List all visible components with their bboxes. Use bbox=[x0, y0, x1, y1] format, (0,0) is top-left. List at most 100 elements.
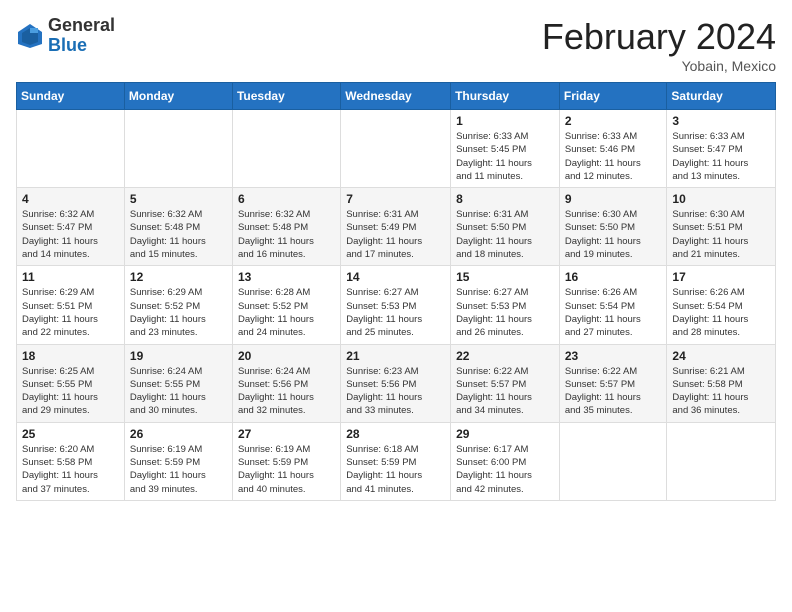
calendar-cell: 21Sunrise: 6:23 AM Sunset: 5:56 PM Dayli… bbox=[341, 344, 451, 422]
calendar-week-row: 4 Sunrise: 6:32 AM Sunset: 5:47 PM Daylig… bbox=[17, 188, 776, 266]
day-number: 22 bbox=[456, 349, 554, 363]
calendar-cell: 22 Sunrise: 6:22 AM Sunset: 5:57 PM Dayli… bbox=[451, 344, 560, 422]
calendar-cell bbox=[559, 422, 667, 500]
calendar-cell: 26 Sunrise: 6:19 AM Sunset: 5:59 PM Dayli… bbox=[124, 422, 232, 500]
day-info: Sunrise: 6:21 AM Sunset: 5:58 PM Dayligh… bbox=[672, 365, 770, 418]
day-number: 12 bbox=[130, 270, 227, 284]
day-info: Sunrise: 6:19 AM Sunset: 5:59 PM Dayligh… bbox=[130, 443, 227, 496]
logo-icon bbox=[16, 22, 44, 50]
calendar-cell bbox=[232, 110, 340, 188]
day-info: Sunrise: 6:31 AM Sunset: 5:49 PM Dayligh… bbox=[346, 208, 445, 261]
day-info: Sunrise: 6:17 AM Sunset: 6:00 PM Dayligh… bbox=[456, 443, 554, 496]
day-number: 18 bbox=[22, 349, 119, 363]
logo-blue: Blue bbox=[48, 36, 115, 56]
logo: General Blue bbox=[16, 16, 115, 56]
day-number: 24 bbox=[672, 349, 770, 363]
day-info: Sunrise: 6:27 AM Sunset: 5:53 PM Dayligh… bbox=[456, 286, 554, 339]
calendar-cell bbox=[17, 110, 125, 188]
calendar-cell: 11Sunrise: 6:29 AM Sunset: 5:51 PM Dayli… bbox=[17, 266, 125, 344]
calendar-cell: 10 Sunrise: 6:30 AM Sunset: 5:51 PM Dayli… bbox=[667, 188, 776, 266]
calendar-cell bbox=[667, 422, 776, 500]
day-number: 20 bbox=[238, 349, 335, 363]
day-number: 10 bbox=[672, 192, 770, 206]
day-number: 28 bbox=[346, 427, 445, 441]
calendar-cell: 6 Sunrise: 6:32 AM Sunset: 5:48 PM Daylig… bbox=[232, 188, 340, 266]
day-info: Sunrise: 6:32 AM Sunset: 5:47 PM Dayligh… bbox=[22, 208, 119, 261]
day-number: 14 bbox=[346, 270, 445, 284]
title-block: February 2024 Yobain, Mexico bbox=[542, 16, 776, 74]
day-number: 7 bbox=[346, 192, 445, 206]
day-number: 4 bbox=[22, 192, 119, 206]
day-info: Sunrise: 6:24 AM Sunset: 5:55 PM Dayligh… bbox=[130, 365, 227, 418]
page-header: General Blue February 2024 Yobain, Mexic… bbox=[16, 16, 776, 74]
calendar-cell: 15 Sunrise: 6:27 AM Sunset: 5:53 PM Dayli… bbox=[451, 266, 560, 344]
day-info: Sunrise: 6:30 AM Sunset: 5:50 PM Dayligh… bbox=[565, 208, 662, 261]
weekday-header: Saturday bbox=[667, 83, 776, 110]
day-number: 19 bbox=[130, 349, 227, 363]
day-info: Sunrise: 6:25 AM Sunset: 5:55 PM Dayligh… bbox=[22, 365, 119, 418]
calendar-cell: 12 Sunrise: 6:29 AM Sunset: 5:52 PM Dayli… bbox=[124, 266, 232, 344]
day-number: 8 bbox=[456, 192, 554, 206]
day-number: 6 bbox=[238, 192, 335, 206]
calendar-cell: 29 Sunrise: 6:17 AM Sunset: 6:00 PM Dayli… bbox=[451, 422, 560, 500]
calendar-cell: 24 Sunrise: 6:21 AM Sunset: 5:58 PM Dayli… bbox=[667, 344, 776, 422]
calendar-week-row: 25Sunrise: 6:20 AM Sunset: 5:58 PM Dayli… bbox=[17, 422, 776, 500]
weekday-header: Wednesday bbox=[341, 83, 451, 110]
day-number: 1 bbox=[456, 114, 554, 128]
calendar-cell: 27 Sunrise: 6:19 AM Sunset: 5:59 PM Dayli… bbox=[232, 422, 340, 500]
day-info: Sunrise: 6:24 AM Sunset: 5:56 PM Dayligh… bbox=[238, 365, 335, 418]
calendar-cell: 8Sunrise: 6:31 AM Sunset: 5:50 PM Daylig… bbox=[451, 188, 560, 266]
day-info: Sunrise: 6:33 AM Sunset: 5:45 PM Dayligh… bbox=[456, 130, 554, 183]
calendar-cell: 13Sunrise: 6:28 AM Sunset: 5:52 PM Dayli… bbox=[232, 266, 340, 344]
day-info: Sunrise: 6:32 AM Sunset: 5:48 PM Dayligh… bbox=[130, 208, 227, 261]
day-number: 29 bbox=[456, 427, 554, 441]
day-info: Sunrise: 6:30 AM Sunset: 5:51 PM Dayligh… bbox=[672, 208, 770, 261]
calendar-cell: 18 Sunrise: 6:25 AM Sunset: 5:55 PM Dayli… bbox=[17, 344, 125, 422]
calendar-table: SundayMondayTuesdayWednesdayThursdayFrid… bbox=[16, 82, 776, 501]
weekday-header: Thursday bbox=[451, 83, 560, 110]
day-info: Sunrise: 6:22 AM Sunset: 5:57 PM Dayligh… bbox=[456, 365, 554, 418]
calendar-cell: 20 Sunrise: 6:24 AM Sunset: 5:56 PM Dayli… bbox=[232, 344, 340, 422]
day-number: 15 bbox=[456, 270, 554, 284]
calendar-cell bbox=[124, 110, 232, 188]
day-info: Sunrise: 6:19 AM Sunset: 5:59 PM Dayligh… bbox=[238, 443, 335, 496]
calendar-cell: 7 Sunrise: 6:31 AM Sunset: 5:49 PM Daylig… bbox=[341, 188, 451, 266]
day-number: 9 bbox=[565, 192, 662, 206]
calendar-cell: 9 Sunrise: 6:30 AM Sunset: 5:50 PM Daylig… bbox=[559, 188, 667, 266]
day-info: Sunrise: 6:26 AM Sunset: 5:54 PM Dayligh… bbox=[672, 286, 770, 339]
day-info: Sunrise: 6:29 AM Sunset: 5:52 PM Dayligh… bbox=[130, 286, 227, 339]
calendar-cell: 4 Sunrise: 6:32 AM Sunset: 5:47 PM Daylig… bbox=[17, 188, 125, 266]
calendar-cell: 3Sunrise: 6:33 AM Sunset: 5:47 PM Daylig… bbox=[667, 110, 776, 188]
day-number: 26 bbox=[130, 427, 227, 441]
calendar-cell: 28Sunrise: 6:18 AM Sunset: 5:59 PM Dayli… bbox=[341, 422, 451, 500]
calendar-cell: 25Sunrise: 6:20 AM Sunset: 5:58 PM Dayli… bbox=[17, 422, 125, 500]
calendar-cell bbox=[341, 110, 451, 188]
weekday-header: Sunday bbox=[17, 83, 125, 110]
day-info: Sunrise: 6:20 AM Sunset: 5:58 PM Dayligh… bbox=[22, 443, 119, 496]
calendar-cell: 16 Sunrise: 6:26 AM Sunset: 5:54 PM Dayli… bbox=[559, 266, 667, 344]
logo-general: General bbox=[48, 16, 115, 36]
day-info: Sunrise: 6:33 AM Sunset: 5:46 PM Dayligh… bbox=[565, 130, 662, 183]
day-number: 2 bbox=[565, 114, 662, 128]
day-number: 27 bbox=[238, 427, 335, 441]
calendar-cell: 2 Sunrise: 6:33 AM Sunset: 5:46 PM Daylig… bbox=[559, 110, 667, 188]
day-info: Sunrise: 6:32 AM Sunset: 5:48 PM Dayligh… bbox=[238, 208, 335, 261]
day-info: Sunrise: 6:22 AM Sunset: 5:57 PM Dayligh… bbox=[565, 365, 662, 418]
logo-text: General Blue bbox=[48, 16, 115, 56]
day-number: 11 bbox=[22, 270, 119, 284]
day-number: 16 bbox=[565, 270, 662, 284]
day-info: Sunrise: 6:26 AM Sunset: 5:54 PM Dayligh… bbox=[565, 286, 662, 339]
calendar-week-row: 1 Sunrise: 6:33 AM Sunset: 5:45 PM Daylig… bbox=[17, 110, 776, 188]
calendar-cell: 5 Sunrise: 6:32 AM Sunset: 5:48 PM Daylig… bbox=[124, 188, 232, 266]
weekday-header: Monday bbox=[124, 83, 232, 110]
day-number: 5 bbox=[130, 192, 227, 206]
calendar-cell: 14Sunrise: 6:27 AM Sunset: 5:53 PM Dayli… bbox=[341, 266, 451, 344]
weekday-header: Friday bbox=[559, 83, 667, 110]
calendar-cell: 1 Sunrise: 6:33 AM Sunset: 5:45 PM Daylig… bbox=[451, 110, 560, 188]
calendar-week-row: 11Sunrise: 6:29 AM Sunset: 5:51 PM Dayli… bbox=[17, 266, 776, 344]
weekday-header: Tuesday bbox=[232, 83, 340, 110]
day-number: 23 bbox=[565, 349, 662, 363]
calendar-cell: 19 Sunrise: 6:24 AM Sunset: 5:55 PM Dayli… bbox=[124, 344, 232, 422]
day-info: Sunrise: 6:28 AM Sunset: 5:52 PM Dayligh… bbox=[238, 286, 335, 339]
location: Yobain, Mexico bbox=[542, 58, 776, 74]
